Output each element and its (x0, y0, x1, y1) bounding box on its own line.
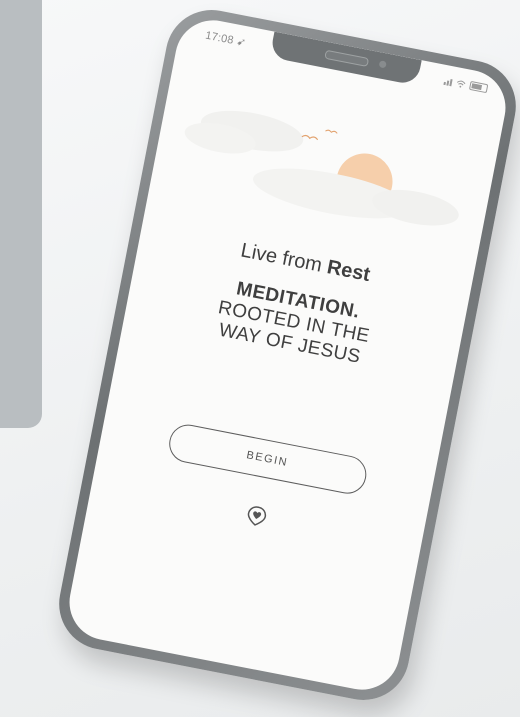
status-bar-icons (443, 76, 489, 94)
tagline-prefix: Live from (238, 239, 324, 277)
signal-icon (443, 78, 453, 87)
front-camera (378, 60, 387, 69)
wifi-icon (456, 80, 466, 88)
status-time-text: 17:08 (204, 29, 235, 47)
heart-pin-icon (247, 506, 266, 526)
begin-button[interactable]: BEGIN (165, 421, 370, 497)
location-arrow-icon: ➹ (235, 35, 248, 50)
side-panel (0, 0, 42, 428)
battery-icon (468, 80, 489, 94)
bird-icon (301, 134, 319, 141)
sun-clouds-illustration (184, 110, 459, 226)
phone-device: 17:08 ➹ Live from Rest MEDITATION. ROOTE… (51, 2, 520, 708)
tagline-emphasis: Rest (325, 256, 372, 287)
status-bar-time: 17:08 ➹ (204, 29, 247, 50)
scene: 17:08 ➹ Live from Rest MEDITATION. ROOTE… (0, 0, 520, 717)
phone-screen: 17:08 ➹ Live from Rest MEDITATION. ROOTE… (62, 13, 513, 697)
headline-block: Live from Rest MEDITATION. ROOTED IN THE… (123, 220, 472, 387)
bird-icon (325, 129, 338, 134)
speaker-grille (323, 49, 369, 67)
